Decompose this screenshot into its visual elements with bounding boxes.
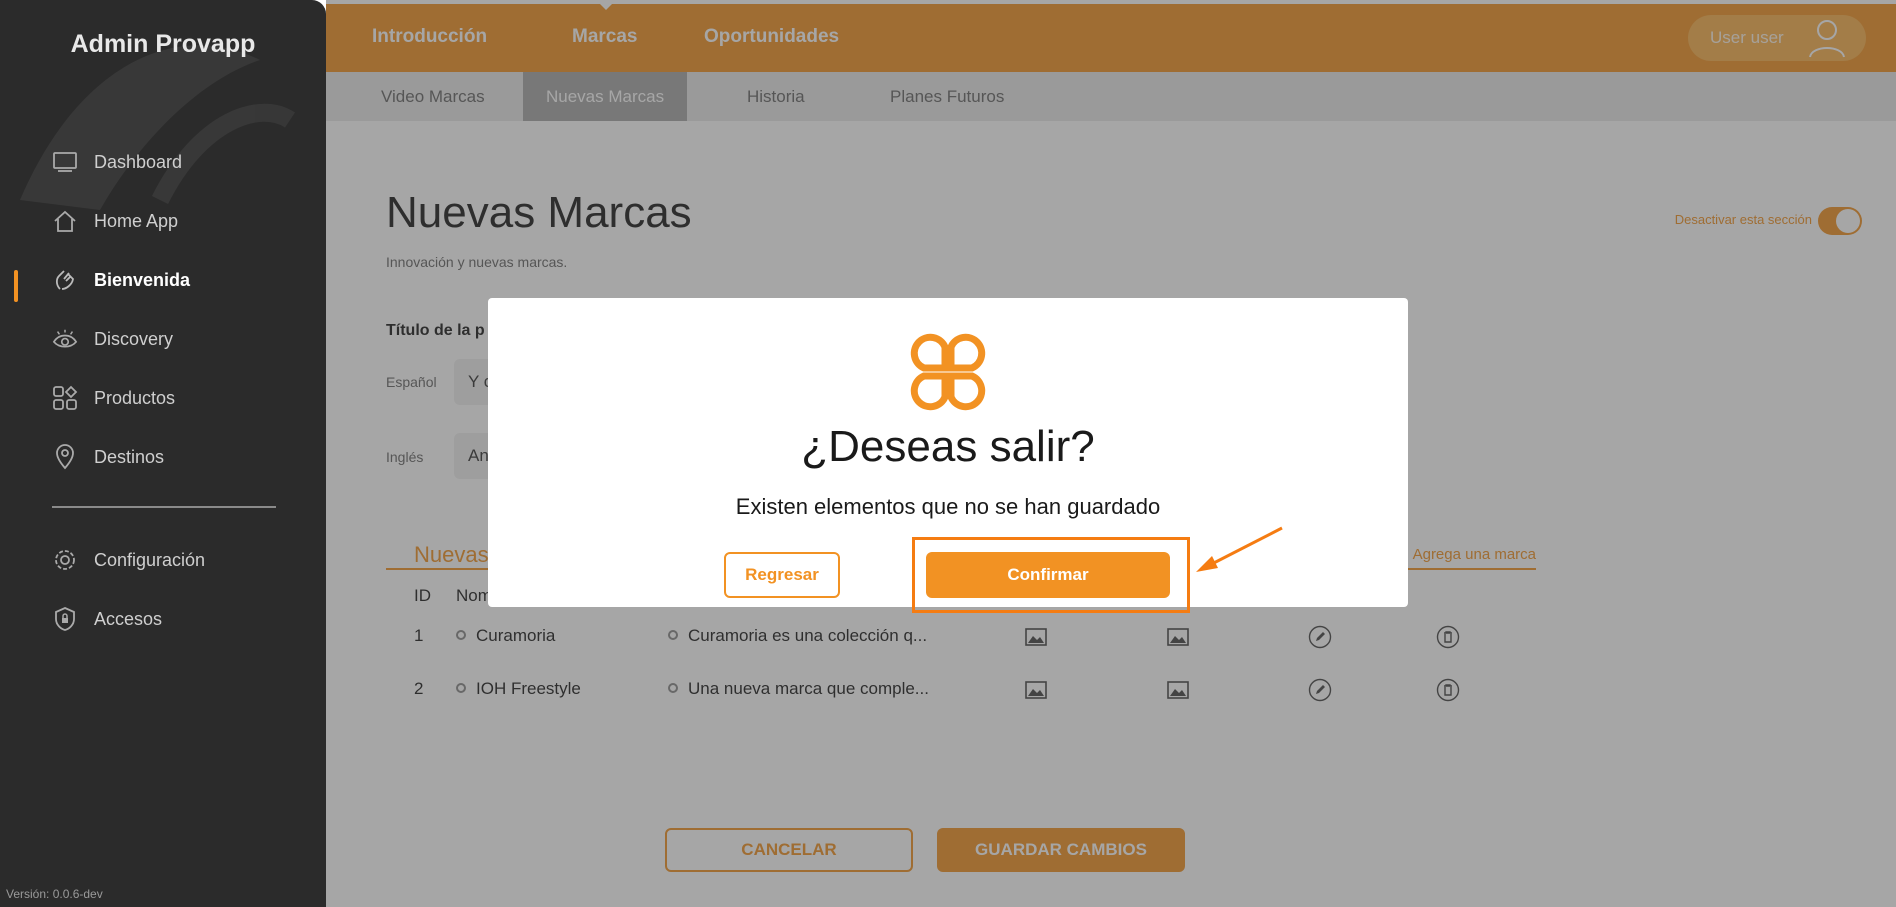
modal-title: ¿Deseas salir? bbox=[801, 422, 1095, 471]
sidebar-item-accesos[interactable]: Accesos bbox=[52, 604, 162, 634]
sidebar: Admin Provapp Dashboard Home App Bienven… bbox=[0, 0, 326, 907]
sidebar-item-label: Bienvenida bbox=[94, 269, 191, 290]
sidebar-item-label: Discovery bbox=[94, 328, 174, 349]
app-title: Admin Provapp bbox=[70, 30, 256, 58]
wave-hand-icon bbox=[52, 267, 78, 293]
sidebar-item-label: Configuración bbox=[94, 549, 206, 570]
home-icon bbox=[52, 208, 78, 234]
grid-shapes-icon bbox=[52, 385, 78, 411]
gear-icon bbox=[52, 547, 78, 573]
highlight-box bbox=[912, 537, 1190, 613]
shield-lock-icon bbox=[52, 606, 78, 632]
pointer-arrow-icon bbox=[1196, 526, 1283, 572]
sidebar-item-label: Destinos bbox=[94, 446, 165, 467]
back-button[interactable]: Regresar bbox=[724, 552, 840, 598]
nav-active-indicator bbox=[14, 270, 18, 302]
modal-message: Existen elementos que no se han guardado bbox=[735, 494, 1161, 519]
sidebar-item-dashboard[interactable]: Dashboard bbox=[52, 147, 182, 177]
sidebar-item-configuracion[interactable]: Configuración bbox=[52, 545, 205, 575]
sidebar-item-productos[interactable]: Productos bbox=[52, 383, 175, 413]
sidebar-item-discovery[interactable]: Discovery bbox=[52, 324, 173, 354]
sidebar-item-bienvenida[interactable]: Bienvenida bbox=[52, 265, 190, 295]
clover-logo-icon bbox=[910, 333, 986, 411]
version-label: Versión: 0.0.6-dev bbox=[6, 887, 103, 901]
sidebar-item-label: Accesos bbox=[94, 608, 163, 629]
sidebar-item-label: Productos bbox=[94, 387, 176, 408]
sidebar-item-label: Home App bbox=[94, 210, 179, 231]
sidebar-item-label: Dashboard bbox=[94, 151, 183, 172]
sidebar-divider bbox=[52, 506, 276, 508]
eye-icon bbox=[52, 326, 78, 352]
map-pin-icon bbox=[52, 444, 78, 470]
sidebar-item-destinos[interactable]: Destinos bbox=[52, 442, 164, 472]
monitor-icon bbox=[52, 149, 78, 175]
sidebar-item-home-app[interactable]: Home App bbox=[52, 206, 178, 236]
